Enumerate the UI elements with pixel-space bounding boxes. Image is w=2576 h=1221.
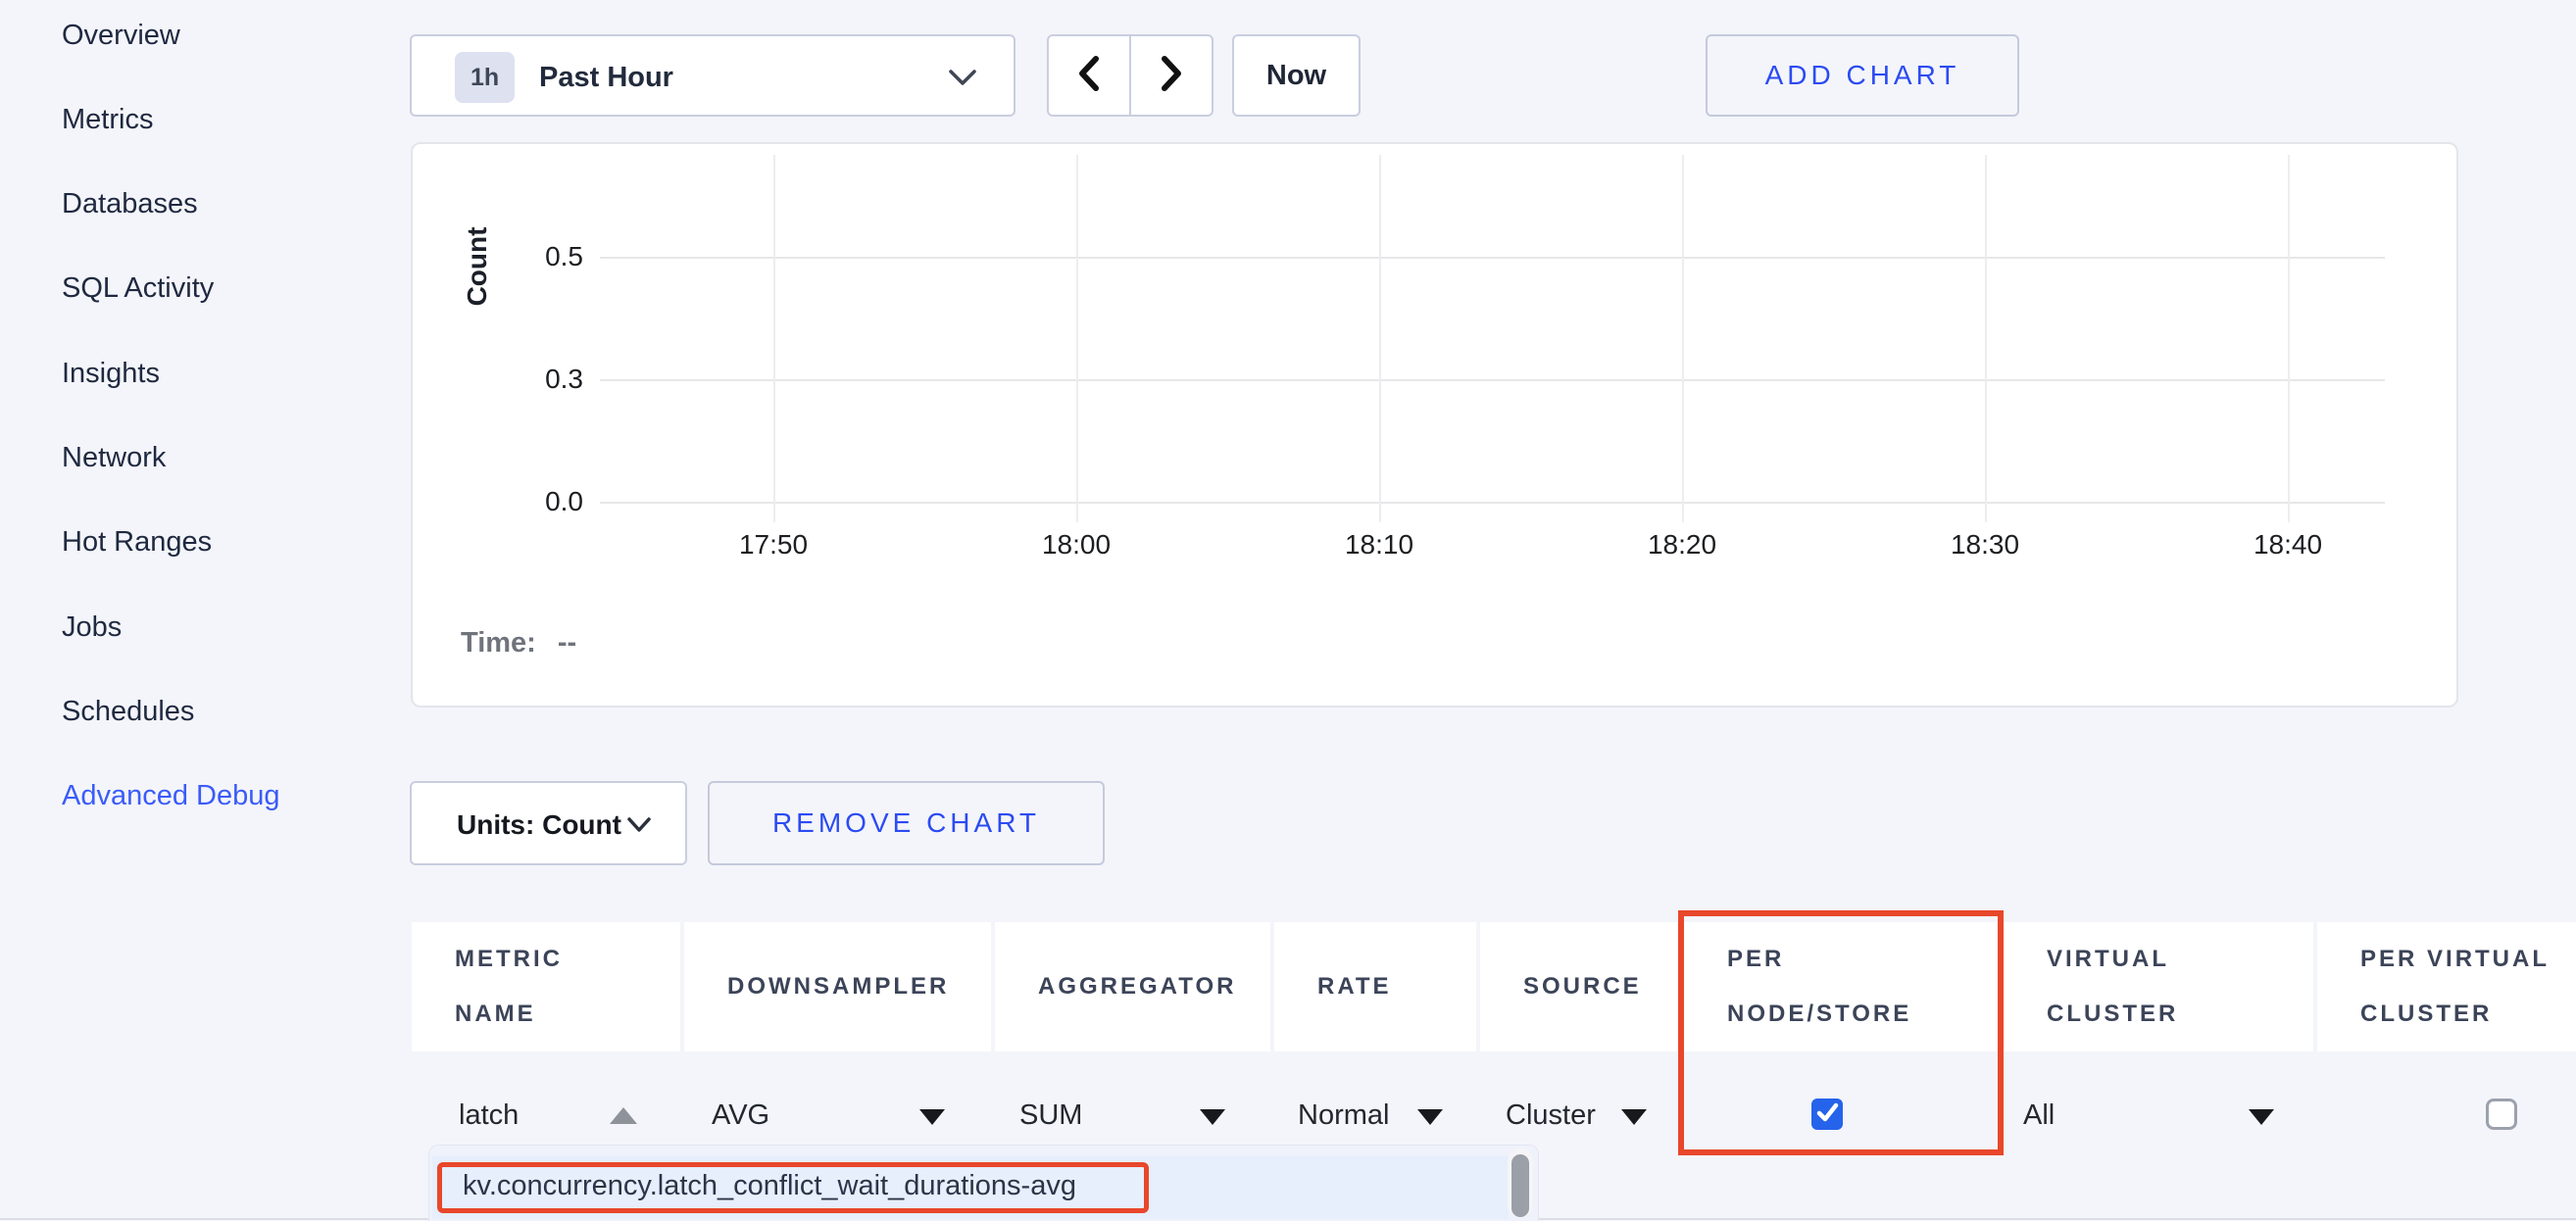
chevron-down-icon [626, 816, 652, 839]
virtual-cluster-select[interactable]: All [2023, 1099, 2055, 1132]
x-tick-label: 18:30 [1916, 529, 2054, 561]
column-header-source: SOURCE [1480, 922, 1680, 1051]
sidebar-item-insights[interactable]: Insights [62, 354, 160, 393]
y-tick-label: 0.5 [495, 240, 583, 273]
add-chart-button[interactable]: ADD CHART [1706, 34, 2019, 117]
custom-chart-panel[interactable] [411, 142, 2458, 708]
rate-select[interactable]: Normal [1298, 1099, 1389, 1132]
sidebar-item-advanced-debug[interactable]: Advanced Debug [62, 776, 280, 815]
y-tick-label: 0.3 [495, 363, 583, 396]
sidebar-item-overview[interactable]: Overview [62, 16, 180, 55]
caret-up-icon[interactable] [610, 1107, 637, 1124]
checkmark-icon [1811, 1097, 1843, 1133]
column-header-virtual-cluster: VIRTUAL CLUSTER [2004, 922, 2313, 1051]
aggregator-select[interactable]: SUM [1019, 1099, 1082, 1132]
column-header-downsampler: DOWNSAMPLER [684, 922, 991, 1051]
column-header-aggregator: AGGREGATOR [995, 922, 1270, 1051]
gridline-horizontal [600, 379, 2385, 381]
time-step-button-group [1047, 34, 1214, 117]
source-select[interactable]: Cluster [1506, 1099, 1596, 1132]
gridline-vertical [1985, 155, 1987, 522]
chevron-left-icon [1074, 54, 1104, 98]
chevron-down-icon [947, 68, 978, 92]
next-time-button[interactable] [1131, 36, 1212, 115]
now-button[interactable]: Now [1232, 34, 1361, 117]
sidebar-item-schedules[interactable]: Schedules [62, 692, 194, 731]
caret-down-icon[interactable] [1200, 1109, 1225, 1125]
column-header-metric-name: METRIC NAME [412, 922, 680, 1051]
y-tick-label: 0.0 [495, 485, 583, 518]
units-dropdown-label: Units: Count [457, 783, 621, 867]
remove-chart-button[interactable]: REMOVE CHART [708, 781, 1105, 865]
time-value: -- [558, 627, 576, 659]
caret-down-icon[interactable] [919, 1109, 945, 1125]
hover-time-readout: Time: -- [461, 627, 576, 659]
sidebar-item-sql-activity[interactable]: SQL Activity [62, 269, 214, 308]
column-header-per-node-store: PER NODE/STORE [1684, 922, 2000, 1051]
per-virtual-cluster-checkbox[interactable] [2486, 1099, 2517, 1130]
time-range-label: Past Hour [539, 36, 673, 119]
time-caption: Time: [461, 627, 536, 659]
previous-time-button[interactable] [1049, 36, 1131, 115]
advanced-debug-custom-chart-page: Overview Metrics Databases SQL Activity … [0, 0, 2576, 1221]
sidebar-item-databases[interactable]: Databases [62, 184, 198, 223]
gridline-horizontal [600, 257, 2385, 259]
caret-down-icon[interactable] [1417, 1109, 1443, 1125]
y-axis-label: Count [462, 227, 493, 307]
caret-down-icon[interactable] [1621, 1109, 1647, 1125]
gridline-vertical [773, 155, 775, 522]
sidebar-item-metrics[interactable]: Metrics [62, 100, 153, 139]
units-dropdown[interactable]: Units: Count [410, 781, 687, 865]
per-node-store-checkbox[interactable] [1811, 1099, 1843, 1130]
time-range-badge: 1h [455, 52, 515, 103]
x-tick-label: 18:10 [1311, 529, 1448, 561]
gridline-vertical [1076, 155, 1078, 522]
x-tick-label: 17:50 [705, 529, 842, 561]
column-header-per-virtual-cluster: PER VIRTUAL CLUSTER [2317, 922, 2576, 1051]
x-tick-label: 18:00 [1008, 529, 1145, 561]
sidebar-item-jobs[interactable]: Jobs [62, 608, 122, 647]
caret-down-icon[interactable] [2249, 1109, 2274, 1125]
gridline-horizontal [600, 502, 2385, 504]
sidebar-item-hot-ranges[interactable]: Hot Ranges [62, 522, 212, 562]
gridline-vertical [2288, 155, 2290, 522]
metric-suggestion-label[interactable]: kv.concurrency.latch_conflict_wait_durat… [463, 1170, 1076, 1202]
dropdown-scrollbar-thumb[interactable] [1511, 1154, 1529, 1217]
sidebar-item-network[interactable]: Network [62, 438, 166, 477]
gridline-vertical [1682, 155, 1684, 522]
time-range-selector[interactable]: 1h Past Hour [410, 34, 1016, 117]
downsampler-select[interactable]: AVG [712, 1099, 769, 1132]
x-tick-label: 18:40 [2219, 529, 2356, 561]
gridline-vertical [1379, 155, 1381, 522]
metric-name-input[interactable]: latch [459, 1099, 519, 1132]
column-header-rate: RATE [1274, 922, 1476, 1051]
chevron-right-icon [1157, 54, 1186, 98]
x-tick-label: 18:20 [1613, 529, 1751, 561]
